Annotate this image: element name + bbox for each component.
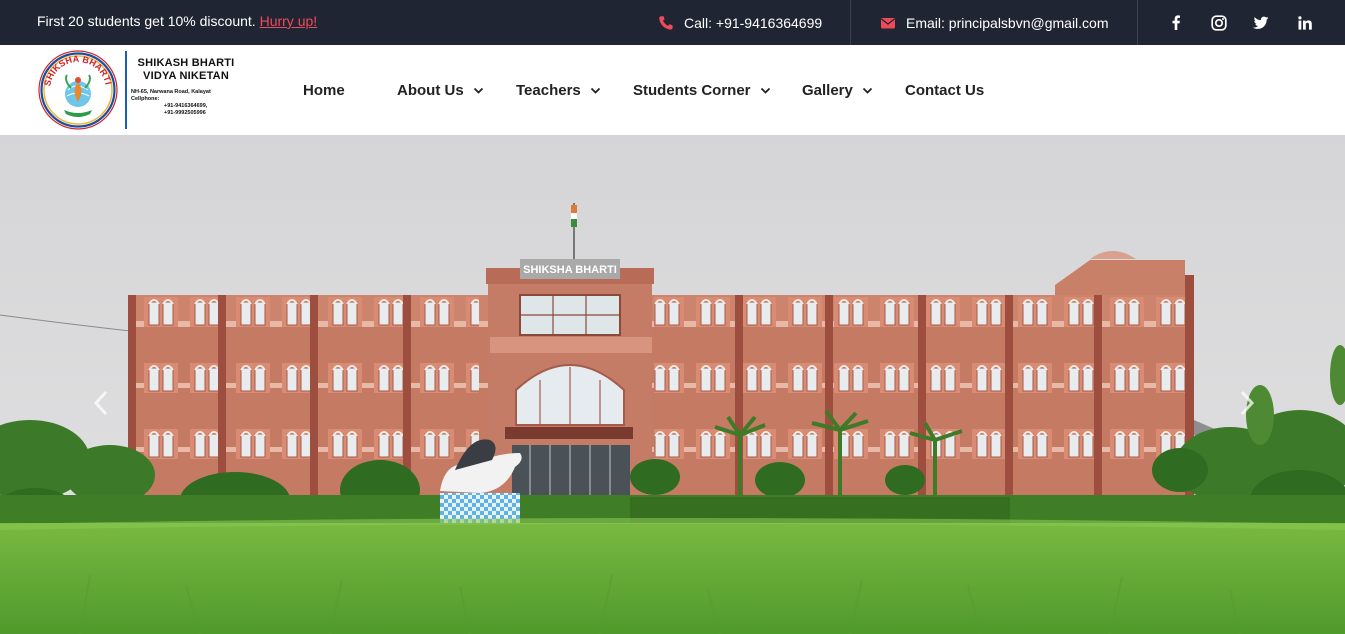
hero-image: SHIKSHA BHARTI (0, 135, 1345, 634)
hero-slider: SHIKSHA BHARTI (0, 135, 1345, 634)
nav-gallery[interactable]: Gallery (802, 82, 873, 99)
divider (850, 0, 851, 45)
nav-label: Contact Us (905, 82, 985, 99)
promo-text: First 20 students get 10% discount. (37, 13, 256, 29)
nav-label: Students Corner (633, 82, 751, 99)
twitter-icon[interactable] (1253, 15, 1269, 31)
nav-teachers[interactable]: Teachers (516, 82, 601, 99)
instagram-icon[interactable] (1211, 14, 1227, 31)
chevron-down-icon (862, 87, 873, 94)
social-instagram[interactable] (1211, 0, 1227, 45)
promo-link[interactable]: Hurry up! (260, 13, 318, 29)
nav-label: Gallery (802, 82, 853, 99)
chevron-down-icon (473, 87, 483, 94)
contact-email[interactable]: Email: principalsbvn@gmail.com (880, 0, 1109, 45)
promo-banner: First 20 students get 10% discount. Hurr… (37, 13, 317, 29)
nav-students-corner[interactable]: Students Corner (633, 82, 771, 99)
school-logo[interactable]: SHIKSHA BHARTI (38, 50, 118, 130)
building-sign: SHIKSHA BHARTI (523, 264, 617, 276)
logo-divider (125, 51, 127, 129)
school-address: NH-65, Narwana Road, Kalayat (131, 89, 211, 95)
nav-about-us[interactable]: About Us (397, 82, 484, 99)
divider (1137, 0, 1138, 45)
email-text: Email: principalsbvn@gmail.com (906, 14, 1109, 31)
social-twitter[interactable] (1253, 0, 1269, 45)
contact-phone[interactable]: Call: +91-9416364699 (658, 0, 822, 45)
social-facebook[interactable] (1168, 0, 1184, 45)
cellphone-1: +91-9416364699, (164, 103, 208, 109)
cellphone-label: Cellphone: (131, 96, 160, 102)
envelope-icon (881, 17, 895, 28)
nav-label: Teachers (516, 82, 581, 99)
nav-label: About Us (397, 82, 464, 99)
phone-icon (659, 15, 673, 30)
linkedin-icon[interactable] (1297, 15, 1313, 31)
chevron-right-icon[interactable] (1238, 388, 1256, 418)
chevron-down-icon (760, 87, 770, 94)
site-header: SHIKSHA BHARTI SHIKASH BHARTI VIDYA NIKE… (0, 45, 1345, 135)
social-linkedin[interactable] (1297, 0, 1313, 45)
chevron-down-icon (590, 87, 600, 94)
nav-label: Home (303, 82, 345, 99)
top-bar: First 20 students get 10% discount. Hurr… (0, 0, 1345, 45)
nav-home[interactable]: Home (303, 82, 345, 99)
school-name-block: SHIKASH BHARTI VIDYA NIKETAN NH-65, Narw… (131, 57, 241, 117)
school-name-line2: VIDYA NIKETAN (143, 70, 229, 82)
nav-contact-us[interactable]: Contact Us (905, 82, 984, 99)
cellphone-2: +91-9992505996 (164, 110, 206, 116)
phone-text: Call: +91-9416364699 (684, 14, 823, 31)
chevron-left-icon[interactable] (92, 388, 110, 418)
facebook-icon[interactable] (1168, 15, 1184, 31)
school-name-line1: SHIKASH BHARTI (137, 57, 235, 69)
